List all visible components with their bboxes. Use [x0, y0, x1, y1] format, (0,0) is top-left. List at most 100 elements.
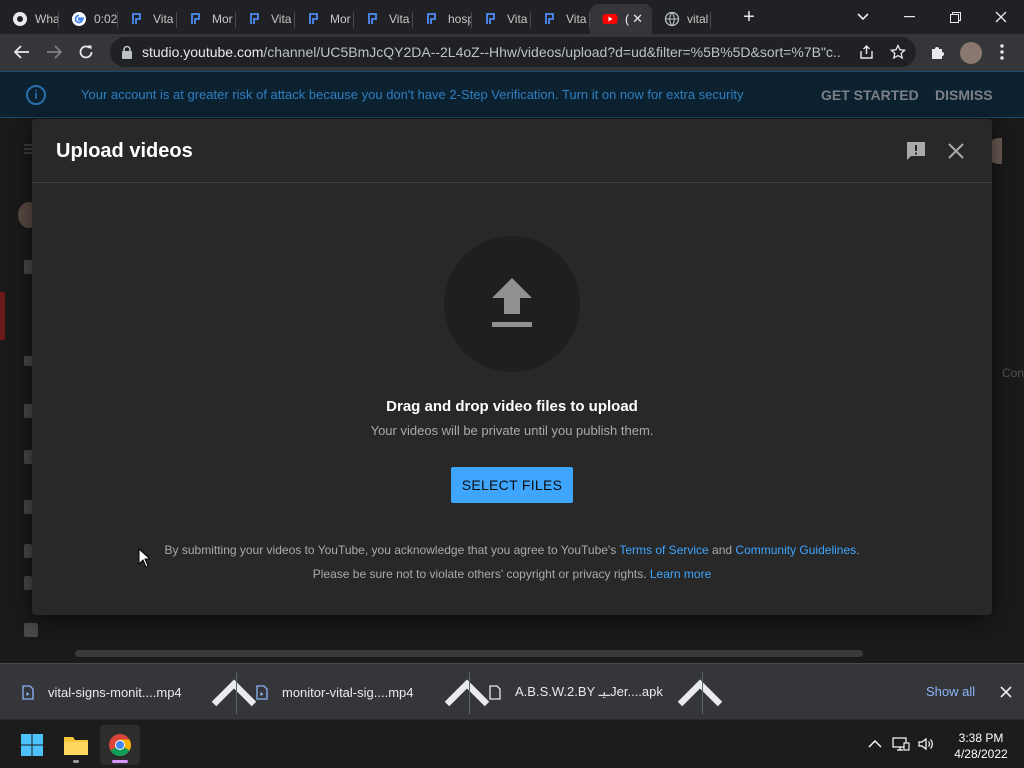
learn-more-link[interactable]: Learn more [650, 567, 711, 581]
show-all-downloads-link[interactable]: Show all [926, 684, 975, 699]
upload-arrow-icon [492, 278, 532, 327]
back-button[interactable] [6, 36, 38, 68]
arrow-left-icon [14, 45, 29, 59]
forward-button[interactable] [38, 36, 70, 68]
send-feedback-button[interactable] [904, 139, 928, 163]
browser-tab[interactable]: Vita [118, 4, 177, 34]
terms-of-service-link[interactable]: Terms of Service [619, 543, 708, 557]
download-item[interactable]: A.B.S.W.2.BY ـيـJer....apk [489, 664, 663, 720]
legal-and: and [708, 543, 736, 557]
browser-tab[interactable]: Vita [472, 4, 531, 34]
get-started-button[interactable]: GET STARTED [821, 87, 919, 103]
taskbar-file-explorer[interactable] [56, 725, 96, 765]
browser-tab-active[interactable]: (✕ [590, 4, 652, 34]
video-file-icon [256, 684, 268, 700]
clock-time: 3:38 PM [958, 731, 1004, 745]
browser-tab[interactable]: vital [652, 4, 711, 34]
download-item[interactable]: vital-signs-monit....mp4 [22, 664, 182, 720]
browser-menu-button[interactable] [986, 36, 1018, 68]
download-separator [702, 672, 703, 714]
address-bar[interactable]: studio.youtube.com/channel/UC5BmJcQY2DA-… [110, 37, 916, 67]
reload-icon [79, 45, 93, 59]
chrome-icon [12, 11, 28, 27]
volume-icon[interactable] [917, 735, 935, 753]
puzzle-icon [932, 47, 944, 59]
chevron-up-icon[interactable] [439, 664, 495, 720]
drag-drop-heading: Drag and drop video files to upload [386, 398, 638, 415]
chevron-up-icon[interactable] [866, 735, 884, 753]
profile-avatar[interactable] [960, 42, 982, 64]
bookmark-star-icon[interactable] [890, 44, 906, 60]
site-icon [366, 11, 382, 27]
background-column-header: Con [1002, 366, 1024, 380]
privacy-note: Your videos will be private until you pu… [370, 423, 654, 438]
site-icon [543, 11, 559, 27]
active-nav-indicator [0, 292, 5, 340]
site-icon [189, 11, 205, 27]
globe-icon [664, 11, 680, 27]
share-icon[interactable] [858, 44, 874, 60]
dismiss-button[interactable]: DISMISS [935, 87, 993, 103]
close-icon [948, 143, 964, 159]
tab-title: vital [687, 12, 709, 26]
upload-dialog: Upload videos Drag and drop video files … [32, 119, 992, 615]
dialog-close-button[interactable] [944, 139, 968, 163]
tab-title: Mor [330, 12, 351, 26]
site-icon [484, 11, 500, 27]
close-icon [995, 11, 1007, 23]
horizontal-scrollbar[interactable] [75, 650, 863, 657]
video-file-icon [22, 684, 34, 700]
window-close-button[interactable] [978, 0, 1024, 34]
file-icon [489, 684, 501, 700]
browser-tab[interactable]: Vita [354, 4, 413, 34]
system-clock[interactable]: 3:38 PM 4/28/2022 [946, 730, 1016, 762]
download-separator [236, 672, 237, 714]
chevron-up-icon[interactable] [206, 664, 262, 720]
tab-title: hosp [448, 12, 472, 26]
start-button[interactable] [12, 725, 52, 765]
browser-tab[interactable]: 0:02 [59, 4, 118, 34]
site-icon [248, 11, 264, 27]
browser-tab[interactable]: hosp [413, 4, 472, 34]
banner-message: Your account is at greater risk of attac… [81, 87, 744, 102]
mouse-cursor-icon [138, 548, 150, 568]
network-icon[interactable] [892, 735, 910, 753]
security-banner: i Your account is at greater risk of att… [0, 71, 1024, 118]
browser-tab[interactable]: Vita [236, 4, 295, 34]
site-icon [307, 11, 323, 27]
clock-date: 4/28/2022 [954, 747, 1008, 761]
legal-line-1: By submitting your videos to YouTube, yo… [32, 543, 992, 557]
upload-drop-zone[interactable] [444, 236, 580, 372]
tab-title: Vita [271, 12, 292, 26]
reload-button[interactable] [70, 36, 102, 68]
community-guidelines-link[interactable]: Community Guidelines [735, 543, 856, 557]
browser-tab[interactable]: Mor [177, 4, 236, 34]
google-icon [71, 11, 87, 27]
feedback-nav-icon [24, 623, 38, 637]
browser-tab[interactable]: Vita [531, 4, 590, 34]
download-item[interactable]: monitor-vital-sig....mp4 [256, 664, 413, 720]
youtube-icon [602, 11, 618, 27]
browser-tab[interactable]: Wha [0, 4, 59, 34]
tab-search-button[interactable] [840, 0, 886, 34]
extensions-button[interactable] [922, 36, 954, 68]
close-icon[interactable] [999, 685, 1013, 699]
tab-close-icon[interactable]: ✕ [632, 11, 643, 27]
info-icon: i [26, 85, 46, 105]
tab-title: ( [625, 12, 629, 26]
select-files-button[interactable]: SELECT FILES [451, 467, 573, 503]
earn-icon [24, 576, 32, 590]
tab-title: Vita [566, 12, 587, 26]
new-tab-button[interactable]: + [733, 2, 765, 32]
url-text: studio.youtube.com/channel/UC5BmJcQY2DA-… [142, 44, 842, 60]
url-host: studio.youtube.com [142, 44, 264, 60]
download-filename: A.B.S.W.2.BY ـيـJer....apk [515, 684, 663, 699]
chevron-up-icon[interactable] [672, 664, 728, 720]
tab-title: Vita [507, 12, 528, 26]
folder-icon [64, 737, 88, 755]
minimize-button[interactable] [886, 0, 932, 34]
browser-tab[interactable]: Mor [295, 4, 354, 34]
taskbar-chrome[interactable] [100, 725, 140, 765]
restore-button[interactable] [932, 0, 978, 34]
tab-title: Vita [153, 12, 174, 26]
